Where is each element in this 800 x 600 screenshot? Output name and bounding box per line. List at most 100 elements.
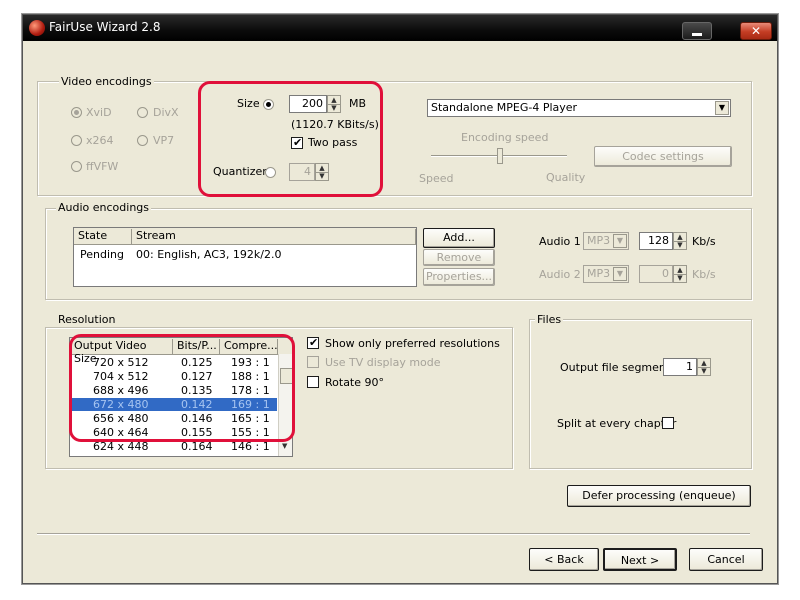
res-bits-cell: 0.142 (181, 398, 213, 411)
size-label: Size (237, 97, 260, 110)
res-size-cell: 656 x 480 (93, 412, 149, 425)
split-chapter-checkbox[interactable] (662, 417, 674, 429)
resolution-row[interactable]: 656 x 480 0.146 165 : 1 (71, 412, 277, 425)
segments-label: Output file segments (560, 361, 676, 374)
next-button[interactable]: Next > (603, 548, 677, 571)
codec-settings-button[interactable]: Codec settings (594, 146, 732, 167)
res-bits-cell: 0.146 (181, 412, 213, 425)
video-encodings-label: Video encodings (59, 75, 154, 88)
segments-input[interactable]: 1 (663, 358, 697, 376)
resolution-row[interactable]: 624 x 448 0.164 146 : 1 (71, 440, 277, 453)
res-size-cell: 640 x 464 (93, 426, 149, 439)
close-button[interactable]: ✕ (740, 22, 772, 40)
res-bits-cell: 0.125 (181, 356, 213, 369)
resolution-scrollbar[interactable]: ▼ (278, 354, 292, 456)
res-bits-cell: 0.155 (181, 426, 213, 439)
audio-col-state[interactable]: State (74, 229, 132, 244)
res-size-cell: 704 x 512 (93, 370, 149, 383)
audio-row-stream[interactable]: 00: English, AC3, 192k/2.0 (136, 248, 281, 261)
split-chapter-label: Split at every chapter (557, 417, 677, 430)
codec-divx-radio[interactable] (137, 107, 148, 118)
codec-xvid-radio[interactable] (71, 107, 82, 118)
wizard-window: FairUse Wizard 2.8 ✕ Video encodings Xvi… (22, 14, 778, 584)
app-icon (29, 20, 45, 36)
back-button[interactable]: < Back (529, 548, 599, 571)
remove-audio-button[interactable]: Remove (423, 249, 495, 266)
audio1-bitrate-spinner[interactable]: ▲ ▼ (673, 232, 687, 250)
rotate-checkbox[interactable] (307, 376, 319, 388)
segments-spinner[interactable]: ▲ ▼ (697, 358, 711, 376)
chevron-down-icon[interactable]: ▼ (715, 101, 729, 115)
res-comp-cell: 169 : 1 (231, 398, 270, 411)
audio1-bitrate-input[interactable]: 128 (639, 232, 673, 250)
audio1-label: Audio 1 (539, 235, 581, 248)
speed-label: Speed (419, 172, 454, 185)
res-bits-cell: 0.127 (181, 370, 213, 383)
scroll-down-icon[interactable]: ▼ (282, 442, 287, 450)
audio2-unit: Kb/s (692, 268, 716, 281)
show-preferred-checkbox[interactable] (307, 336, 319, 349)
scrollbar-thumb[interactable] (280, 368, 292, 384)
codec-x264-label: x264 (86, 134, 114, 147)
size-input[interactable]: 200 (289, 95, 327, 113)
resolution-list[interactable]: Output Video Size Bits/P... Compre... 72… (69, 337, 293, 457)
resolution-row[interactable]: 720 x 512 0.125 193 : 1 (71, 356, 277, 369)
cancel-button[interactable]: Cancel (689, 548, 763, 571)
title-bar[interactable]: FairUse Wizard 2.8 ✕ (23, 15, 777, 41)
resolution-row[interactable]: 640 x 464 0.155 155 : 1 (71, 426, 277, 439)
audio-properties-button[interactable]: Properties... (423, 268, 495, 286)
res-size-cell: 688 x 496 (93, 384, 149, 397)
codec-x264-radio[interactable] (71, 135, 82, 146)
resolution-list-header: Output Video Size Bits/P... Compre... (70, 338, 292, 365)
codec-vp7-radio[interactable] (137, 135, 148, 146)
quantizer-spinner[interactable]: ▲ ▼ (315, 163, 329, 181)
quantizer-input[interactable]: 4 (289, 163, 315, 181)
defer-processing-button[interactable]: Defer processing (enqueue) (567, 485, 751, 507)
add-audio-button[interactable]: Add... (423, 228, 495, 248)
rotate-label: Rotate 90° (325, 376, 385, 389)
quantizer-radio[interactable] (265, 167, 276, 178)
minimize-button[interactable] (682, 22, 712, 40)
two-pass-checkbox[interactable] (291, 136, 303, 149)
window-title: FairUse Wizard 2.8 (49, 20, 161, 34)
chevron-down-icon[interactable]: ▼ (613, 234, 627, 248)
profile-combo[interactable]: Standalone MPEG-4 Player ▼ (427, 99, 731, 117)
res-comp-cell: 193 : 1 (231, 356, 270, 369)
res-size-cell: 720 x 512 (93, 356, 149, 369)
resolution-row[interactable]: 672 x 480 0.142 169 : 1 (71, 398, 277, 411)
encoding-speed-thumb[interactable] (497, 148, 503, 164)
audio2-bitrate-spinner[interactable]: ▲ ▼ (673, 265, 687, 283)
codec-ffvfw-radio[interactable] (71, 161, 82, 172)
audio-list-header: State Stream (74, 228, 416, 245)
size-radio[interactable] (263, 99, 274, 110)
res-comp-cell: 165 : 1 (231, 412, 270, 425)
resolution-row[interactable]: 688 x 496 0.135 178 : 1 (71, 384, 277, 397)
audio-encodings-label: Audio encodings (56, 201, 152, 214)
show-preferred-label: Show only preferred resolutions (325, 337, 500, 350)
res-col-comp[interactable]: Compre... (220, 339, 278, 354)
res-bits-cell: 0.164 (181, 440, 213, 453)
audio1-codec-value: MP3 (587, 234, 611, 247)
tv-display-checkbox[interactable] (307, 356, 319, 368)
res-col-bits[interactable]: Bits/P... (173, 339, 220, 354)
audio2-bitrate-input[interactable]: 0 (639, 265, 673, 283)
audio1-codec-combo[interactable]: MP3 ▼ (583, 232, 629, 250)
audio-row-state[interactable]: Pending (80, 248, 124, 261)
size-spinner[interactable]: ▲ ▼ (327, 95, 341, 113)
audio-col-stream[interactable]: Stream (132, 229, 416, 244)
codec-xvid-label: XviD (86, 106, 112, 119)
resolution-label: Resolution (56, 313, 118, 326)
audio-streams-list[interactable]: State Stream Pending 00: English, AC3, 1… (73, 227, 417, 287)
res-comp-cell: 178 : 1 (231, 384, 270, 397)
audio2-codec-combo[interactable]: MP3 ▼ (583, 265, 629, 283)
files-group (529, 319, 752, 469)
res-col-size[interactable]: Output Video Size (70, 339, 173, 365)
two-pass-label: Two pass (308, 136, 358, 149)
resolution-row[interactable]: 704 x 512 0.127 188 : 1 (71, 370, 277, 383)
codec-divx-label: DivX (153, 106, 179, 119)
chevron-down-icon[interactable]: ▼ (613, 267, 627, 281)
res-size-cell: 624 x 448 (93, 440, 149, 453)
profile-value: Standalone MPEG-4 Player (431, 101, 578, 114)
audio2-codec-value: MP3 (587, 267, 611, 280)
tv-display-label: Use TV display mode (325, 356, 441, 369)
